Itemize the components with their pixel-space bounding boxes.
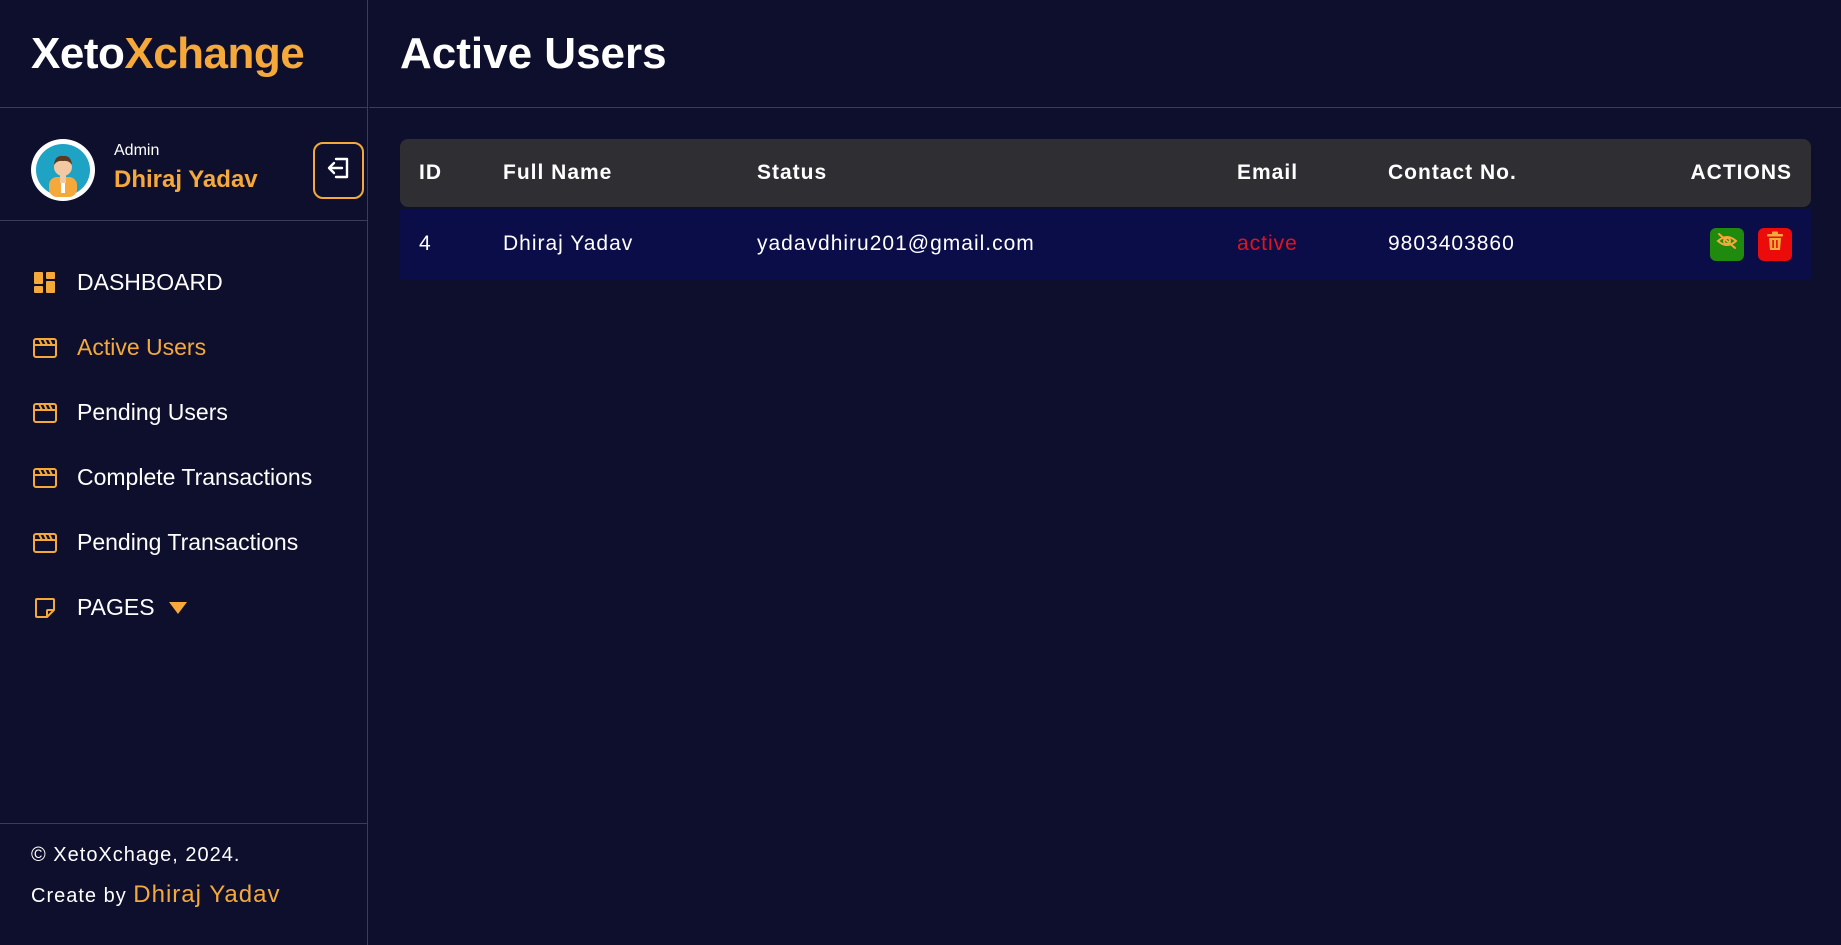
sidebar-item-dashboard[interactable]: DASHBOARD bbox=[0, 250, 367, 315]
main-content: Active Users ID Full Name Status Email C… bbox=[369, 0, 1841, 945]
header-id: ID bbox=[419, 161, 442, 184]
eye-off-icon bbox=[1716, 232, 1738, 256]
cell-full-name: Dhiraj Yadav bbox=[503, 232, 634, 255]
delete-user-button[interactable] bbox=[1758, 227, 1792, 261]
logout-icon bbox=[325, 154, 353, 187]
sidebar-item-label: Complete Transactions bbox=[77, 464, 313, 490]
users-table: ID Full Name Status Email Contact No. AC… bbox=[400, 139, 1811, 279]
caret-down-icon bbox=[168, 601, 187, 614]
header-actions: ACTIONS bbox=[1690, 161, 1792, 184]
sidebar-item-pages[interactable]: PAGES bbox=[0, 575, 367, 640]
credit-line: Create by Dhiraj Yadav bbox=[31, 881, 367, 909]
sidebar-item-complete-transactions[interactable]: Complete Transactions bbox=[0, 445, 367, 510]
brand-logo[interactable]: Xeto Xchange bbox=[0, 0, 367, 108]
hide-user-button[interactable] bbox=[1710, 227, 1744, 261]
profile-role: Admin bbox=[114, 142, 160, 159]
cell-id: 4 bbox=[419, 232, 432, 255]
sidebar-item-label: PAGES bbox=[77, 594, 155, 620]
page-title: Active Users bbox=[400, 28, 667, 78]
sidebar-item-label: Active Users bbox=[77, 334, 207, 360]
sidebar-item-label: Pending Users bbox=[77, 399, 228, 425]
header-status: Status bbox=[757, 161, 828, 184]
window-icon bbox=[33, 466, 57, 490]
note-icon bbox=[33, 596, 57, 620]
credit-author[interactable]: Dhiraj Yadav bbox=[133, 881, 280, 908]
cell-status: yadavdhiru201@gmail.com bbox=[757, 232, 1035, 255]
sidebar-footer: © XetoXchage, 2024. Create by Dhiraj Yad… bbox=[0, 823, 367, 945]
sidebar-item-label: Pending Transactions bbox=[77, 529, 299, 555]
profile-name: Dhiraj Yadav bbox=[114, 166, 258, 193]
header-full-name: Full Name bbox=[503, 161, 613, 184]
avatar bbox=[31, 139, 95, 201]
brand-part-2: Xchange bbox=[124, 28, 305, 78]
profile-panel: Admin Dhiraj Yadav bbox=[0, 108, 367, 221]
sidebar-item-active-users[interactable]: Active Users bbox=[0, 315, 367, 380]
logout-button[interactable] bbox=[313, 142, 364, 199]
page-header: Active Users bbox=[369, 0, 1841, 108]
trash-icon bbox=[1766, 231, 1784, 257]
sidebar-nav: DASHBOARD Active Users Pending Users Com… bbox=[0, 250, 367, 640]
table-header: ID Full Name Status Email Contact No. AC… bbox=[400, 139, 1811, 207]
sidebar-item-label: DASHBOARD bbox=[77, 269, 223, 295]
sidebar-item-pending-users[interactable]: Pending Users bbox=[0, 380, 367, 445]
sidebar: Xeto Xchange Admin Dhiraj Yadav DASHBOAR… bbox=[0, 0, 368, 945]
sidebar-item-pending-transactions[interactable]: Pending Transactions bbox=[0, 510, 367, 575]
credit-prefix: Create by bbox=[31, 885, 127, 907]
window-icon bbox=[33, 401, 57, 425]
window-icon bbox=[33, 531, 57, 555]
header-email: Email bbox=[1237, 161, 1299, 184]
copyright-text: © XetoXchage, 2024. bbox=[31, 844, 241, 866]
cell-email: active bbox=[1237, 232, 1298, 255]
brand-part-1: Xeto bbox=[31, 28, 125, 78]
row-actions bbox=[1710, 227, 1792, 261]
dashboard-icon bbox=[33, 271, 57, 295]
window-icon bbox=[33, 336, 57, 360]
header-contact: Contact No. bbox=[1388, 161, 1517, 184]
cell-contact: 9803403860 bbox=[1388, 232, 1515, 255]
table-row: 4 Dhiraj Yadav yadavdhiru201@gmail.com a… bbox=[400, 209, 1811, 279]
